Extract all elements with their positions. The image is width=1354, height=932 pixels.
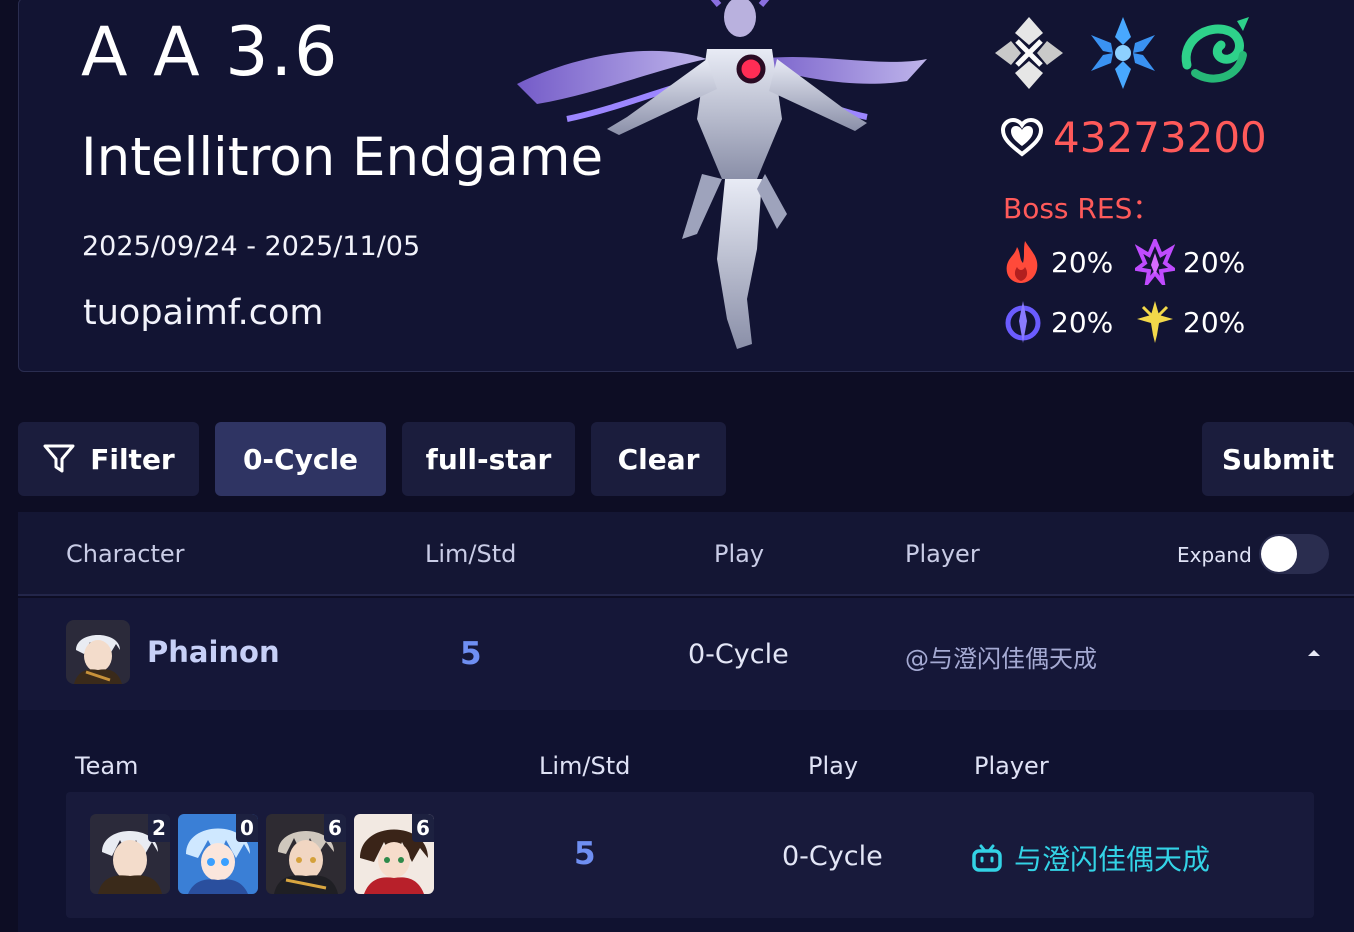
eidolon-badge: 2 bbox=[148, 814, 170, 842]
boss-res-label: Boss RES： bbox=[1003, 192, 1161, 225]
event-banner: A A 3.6 Intellitron Endgame 2025/09/24 -… bbox=[18, 0, 1354, 372]
collapse-chevron-up-icon[interactable] bbox=[1306, 648, 1322, 658]
player-name[interactable]: 与澄闪佳偶天成 bbox=[1014, 838, 1210, 878]
character-play: 0-Cycle bbox=[688, 639, 789, 670]
eidolon-badge: 6 bbox=[324, 814, 346, 842]
page-title: A A 3.6 bbox=[81, 13, 340, 92]
heart-icon bbox=[1001, 117, 1043, 157]
res-fire: 20% bbox=[1003, 239, 1113, 285]
boss-hp: 43273200 bbox=[1001, 113, 1267, 162]
expand-toggle[interactable] bbox=[1259, 534, 1329, 574]
team-member-avatar[interactable]: 2 bbox=[90, 814, 170, 894]
res-lightning: 20% bbox=[1135, 239, 1245, 285]
character-name[interactable]: Phainon bbox=[147, 635, 280, 669]
quantum-icon bbox=[1005, 301, 1041, 343]
table-header: Character Lim/Std Play Player Expand bbox=[18, 512, 1354, 596]
column-character: Character bbox=[66, 540, 185, 568]
lightning-icon bbox=[1135, 239, 1175, 285]
res-physical-value: 20% bbox=[1183, 305, 1246, 339]
filter-icon bbox=[43, 444, 75, 473]
team-member-avatar[interactable]: 6 bbox=[266, 814, 346, 894]
eidolon-badge: 0 bbox=[236, 814, 258, 842]
bilibili-tv-icon bbox=[972, 844, 1002, 872]
detail-column-player: Player bbox=[974, 752, 1049, 780]
event-date-range: 2025/09/24 - 2025/11/05 bbox=[82, 231, 421, 262]
site-url: tuopaimf.com bbox=[83, 293, 324, 333]
team-member-avatar[interactable]: 0 bbox=[178, 814, 258, 894]
fire-icon bbox=[1006, 241, 1038, 283]
full-star-filter-button[interactable]: full-star bbox=[402, 422, 575, 496]
physical-icon bbox=[1137, 301, 1173, 343]
table-row[interactable]: Phainon 5 0-Cycle @与澄闪佳偶天成 bbox=[18, 598, 1354, 710]
detail-column-limstd: Lim/Std bbox=[539, 752, 631, 780]
zero-cycle-filter-button[interactable]: 0-Cycle bbox=[215, 422, 386, 496]
clear-button[interactable]: Clear bbox=[591, 422, 726, 496]
column-player: Player bbox=[905, 540, 980, 568]
wind-icon bbox=[1181, 17, 1249, 83]
column-play: Play bbox=[714, 540, 765, 568]
player-bilibili-link[interactable]: 与澄闪佳偶天成 bbox=[972, 838, 1210, 878]
res-quantum-value: 20% bbox=[1051, 305, 1114, 339]
team-play: 0-Cycle bbox=[782, 841, 883, 872]
ice-icon bbox=[1091, 17, 1155, 89]
column-team: Team bbox=[75, 752, 139, 780]
expand-label: Expand bbox=[1177, 543, 1252, 567]
res-lightning-value: 20% bbox=[1183, 245, 1246, 279]
team-detail-panel: Team Lim/Std Play Player 2 0 6 6 5 0-Cyc… bbox=[18, 710, 1354, 932]
character-player[interactable]: @与澄闪佳偶天成 bbox=[905, 639, 1097, 674]
submit-button[interactable]: Submit bbox=[1202, 422, 1354, 496]
filter-button[interactable]: Filter bbox=[18, 422, 199, 496]
team-row[interactable]: 2 0 6 6 5 0-Cycle 与澄闪佳偶天成 bbox=[66, 792, 1314, 918]
character-limstd: 5 bbox=[460, 636, 482, 672]
res-fire-value: 20% bbox=[1051, 245, 1114, 279]
boss-hp-value: 43273200 bbox=[1053, 113, 1267, 162]
toggle-knob bbox=[1261, 536, 1297, 572]
detail-column-play: Play bbox=[808, 752, 859, 780]
column-limstd: Lim/Std bbox=[425, 540, 517, 568]
filter-label: Filter bbox=[90, 442, 175, 476]
team-member-avatar[interactable]: 6 bbox=[354, 814, 434, 894]
res-quantum: 20% bbox=[1003, 299, 1113, 345]
imaginary-icon bbox=[995, 17, 1063, 89]
team-limstd: 5 bbox=[574, 836, 596, 872]
eidolon-badge: 6 bbox=[412, 814, 434, 842]
res-physical: 20% bbox=[1135, 299, 1245, 345]
boss-illustration bbox=[517, 0, 927, 349]
phainon-avatar bbox=[66, 620, 130, 684]
